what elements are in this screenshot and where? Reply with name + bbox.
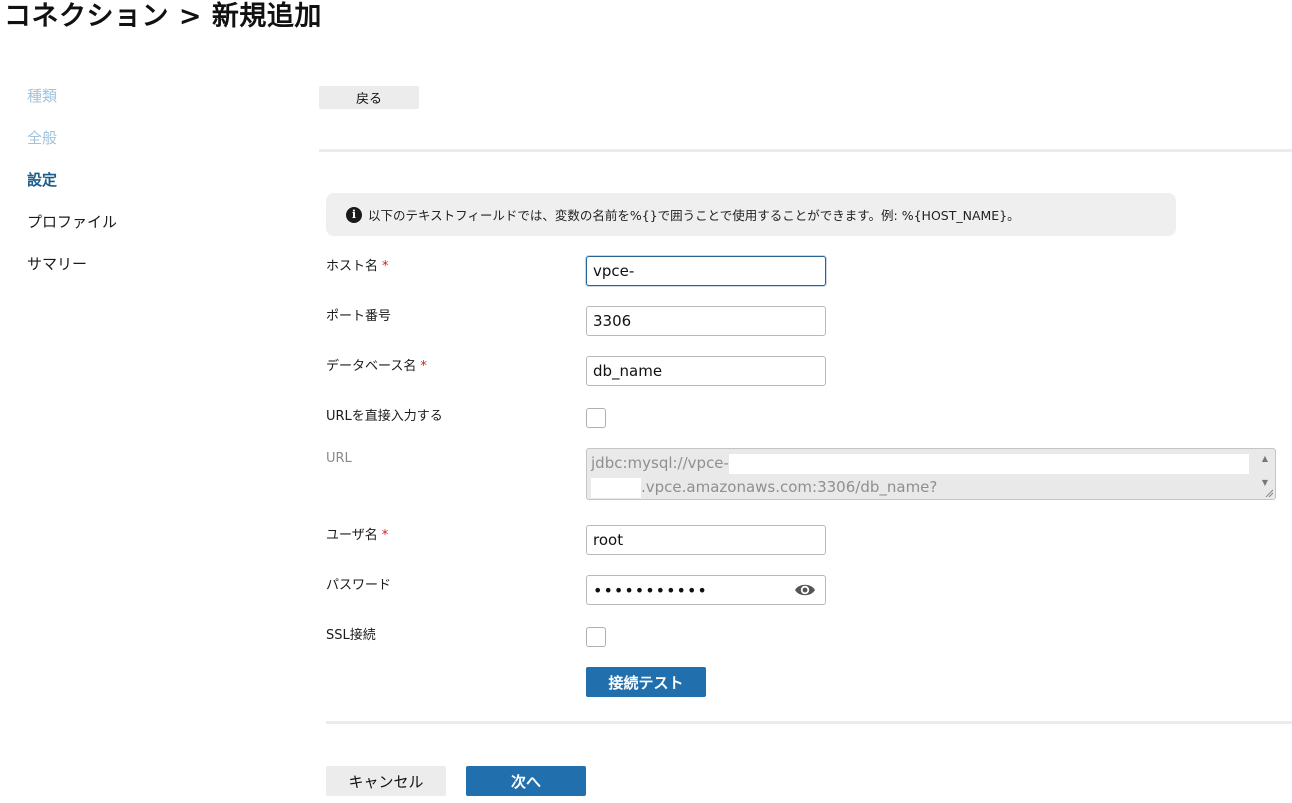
step-type[interactable]: 種類 xyxy=(27,84,117,126)
required-mark: * xyxy=(381,528,389,543)
database-input[interactable] xyxy=(586,356,826,386)
password-label: パスワード xyxy=(326,577,391,595)
host-label-text: ホスト名 xyxy=(326,259,379,274)
info-text: 以下のテキストフィールドでは、変数の名前を%{}で囲うことで使用することができま… xyxy=(368,208,1020,223)
textarea-scrollbar[interactable]: ▲ ▼ xyxy=(1259,453,1271,493)
ssl-label-text: SSL接続 xyxy=(326,628,376,643)
url-textarea: jdbc:mysql://vpce- .vpce.amazonaws.com:3… xyxy=(586,448,1276,500)
step-settings[interactable]: 設定 xyxy=(27,168,117,210)
info-box: i 以下のテキストフィールドでは、変数の名前を%{}で囲うことで使用することがで… xyxy=(326,193,1176,236)
direct-url-checkbox[interactable] xyxy=(586,408,606,428)
password-label-text: パスワード xyxy=(326,578,392,593)
url-line-1: jdbc:mysql://vpce- xyxy=(591,451,1251,475)
ssl-checkbox[interactable] xyxy=(586,627,606,647)
port-label-text: ポート番号 xyxy=(326,309,392,324)
url-label: URL xyxy=(326,450,352,468)
host-input[interactable] xyxy=(586,256,826,286)
step-nav: 種類 全般 設定 プロファイル サマリー xyxy=(27,84,117,294)
connection-test-button[interactable]: 接続テスト xyxy=(586,667,706,697)
url-line-1-text: jdbc:mysql://vpce- xyxy=(591,454,729,472)
url-line-2-text: .vpce.amazonaws.com:3306/db_name?sslMode… xyxy=(641,478,938,496)
back-button[interactable]: 戻る xyxy=(319,86,419,109)
required-mark: * xyxy=(382,259,389,274)
page: コネクション > 新規追加 種類 全般 設定 プロファイル サマリー 戻る i … xyxy=(0,0,1292,803)
port-input[interactable] xyxy=(586,306,826,336)
resize-grip-icon[interactable] xyxy=(1265,489,1273,497)
database-label: データベース名 * xyxy=(326,358,427,376)
divider xyxy=(319,149,1292,152)
password-field xyxy=(586,575,826,605)
page-title: コネクション > 新規追加 xyxy=(4,1,322,32)
database-label-text: データベース名 xyxy=(326,359,417,374)
required-mark: * xyxy=(420,359,427,374)
direct-url-label-text: URLを直接入力する xyxy=(326,409,443,424)
step-profile: プロファイル xyxy=(27,213,118,231)
info-circle-icon: i xyxy=(346,206,362,223)
url-line-2: .vpce.amazonaws.com:3306/db_name?sslMode… xyxy=(591,475,1251,499)
host-label: ホスト名 * xyxy=(326,258,389,276)
redacted-block xyxy=(591,477,641,498)
step-summary: サマリー xyxy=(27,255,88,273)
eye-icon[interactable] xyxy=(794,582,816,598)
port-label: ポート番号 xyxy=(326,308,391,326)
url-label-text: URL xyxy=(326,451,352,466)
direct-url-label: URLを直接入力する xyxy=(326,408,443,426)
ssl-label: SSL接続 xyxy=(326,627,376,645)
divider xyxy=(326,721,1292,724)
redacted-block xyxy=(728,453,1249,474)
step-general[interactable]: 全般 xyxy=(27,126,117,168)
user-input[interactable] xyxy=(586,525,826,555)
user-label: ユーザ名 * xyxy=(326,527,388,545)
password-input[interactable] xyxy=(586,575,826,605)
user-label-text: ユーザ名 xyxy=(326,528,378,543)
next-button[interactable]: 次へ xyxy=(466,766,586,796)
cancel-button[interactable]: キャンセル xyxy=(326,766,446,796)
